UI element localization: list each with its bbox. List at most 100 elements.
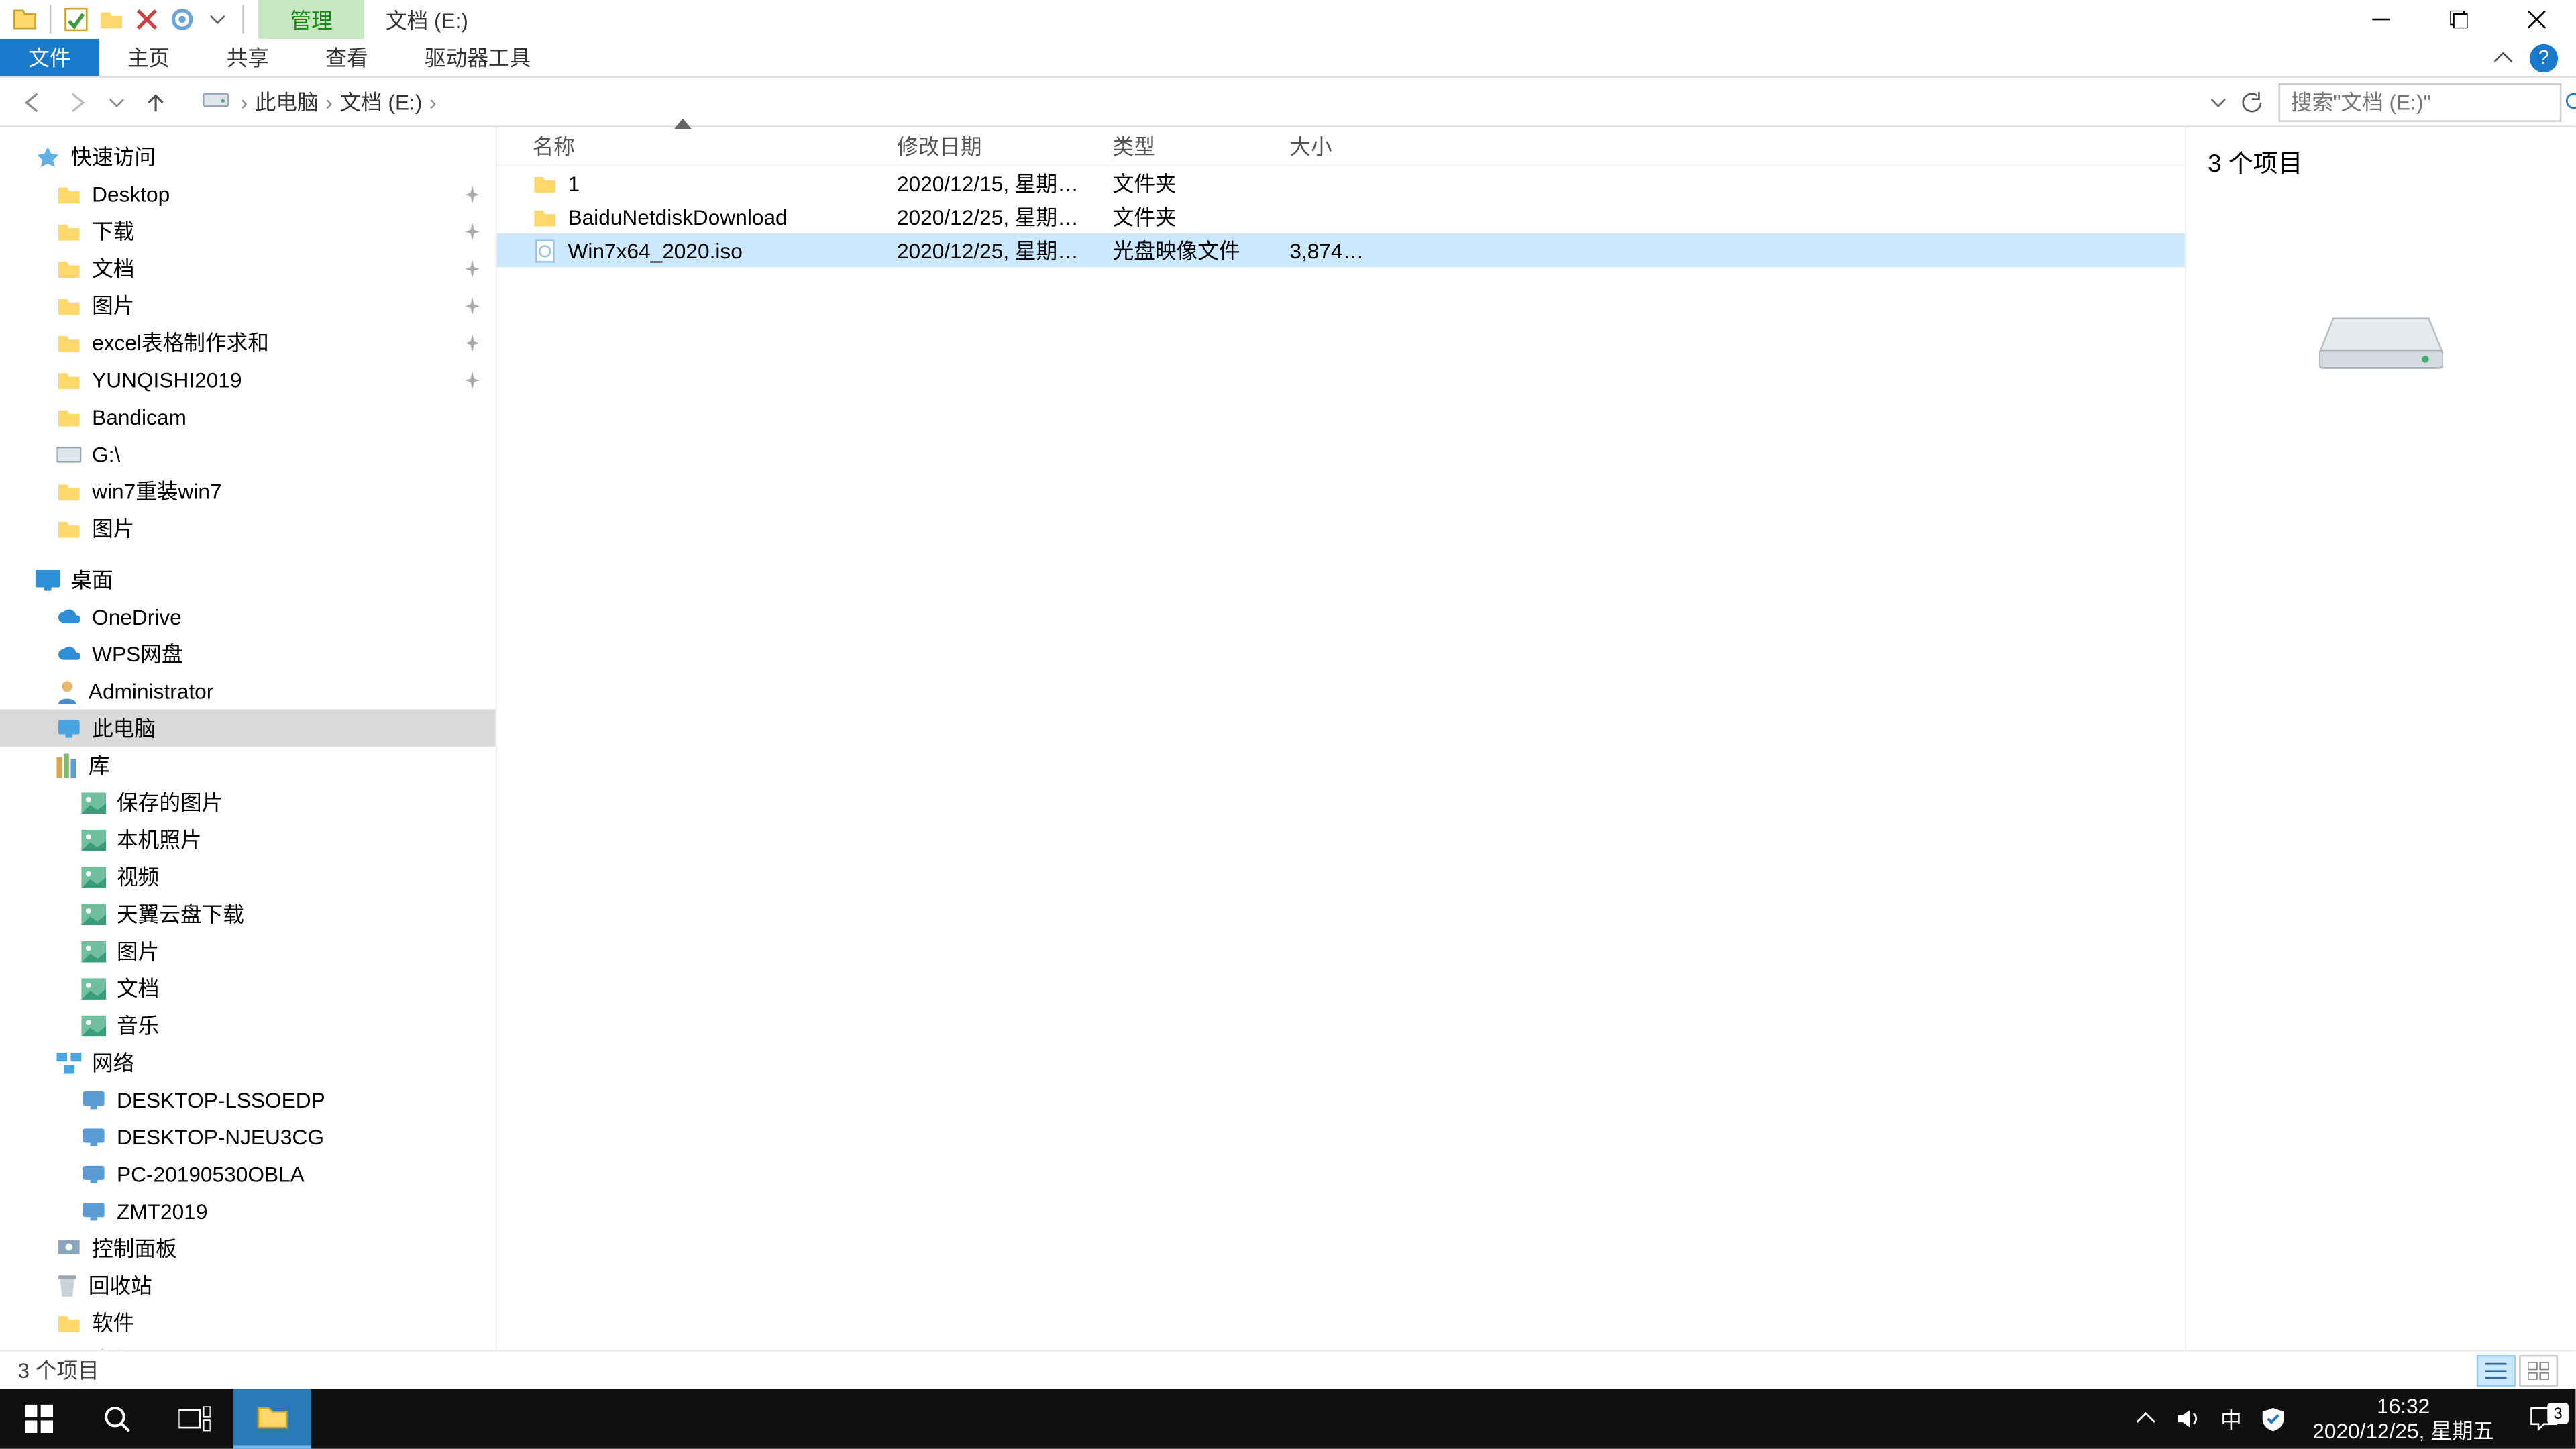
pin-icon: [464, 297, 481, 314]
taskbar-search-button[interactable]: [78, 1389, 156, 1449]
sidebar-item[interactable]: 文档: [0, 250, 495, 286]
sidebar-item[interactable]: 回收站: [0, 1267, 495, 1303]
column-name[interactable]: 名称: [497, 131, 883, 161]
address-bar: › 此电脑 › 文档 (E:) ›: [0, 78, 2575, 127]
sidebar-item[interactable]: 图片: [0, 932, 495, 969]
pin-icon: [464, 333, 481, 351]
sidebar-item[interactable]: G:\: [0, 435, 495, 472]
breadcrumb-pc[interactable]: 此电脑: [251, 83, 322, 120]
file-type-icon: [533, 170, 557, 195]
sidebar-item[interactable]: excel表格制作求和: [0, 324, 495, 361]
notification-badge: 3: [2547, 1403, 2569, 1424]
status-item-count: 3 个项目: [17, 1355, 99, 1385]
nav-forward-button[interactable]: [60, 84, 96, 119]
sidebar-item[interactable]: 控制面板: [0, 1230, 495, 1267]
pin-icon: [464, 370, 481, 388]
ribbon-collapse-icon[interactable]: [2494, 50, 2512, 64]
sidebar-item[interactable]: 音乐: [0, 1006, 495, 1043]
task-view-button[interactable]: [156, 1389, 233, 1449]
breadcrumb[interactable]: › 此电脑 › 文档 (E:) ›: [241, 83, 2201, 120]
nav-recent-icon[interactable]: [106, 84, 127, 119]
pin-icon: [464, 185, 481, 203]
qat-overflow-icon[interactable]: [203, 5, 231, 34]
ribbon-tab-file[interactable]: 文件: [0, 39, 99, 76]
sidebar-item[interactable]: 下载: [0, 212, 495, 249]
contextual-tab-manage[interactable]: 管理: [258, 0, 364, 39]
taskbar-explorer-button[interactable]: [233, 1389, 311, 1449]
column-size[interactable]: 大小: [1275, 131, 1381, 161]
tray-volume-icon[interactable]: [2167, 1389, 2210, 1449]
qat-new-folder-icon[interactable]: [97, 5, 125, 34]
search-box[interactable]: [2278, 83, 2561, 121]
minimize-button[interactable]: [2342, 0, 2420, 39]
title-bar: 管理 文档 (E:): [0, 0, 2575, 39]
file-type-icon: [533, 238, 557, 263]
status-bar: 3 个项目: [0, 1350, 2575, 1389]
tray-clock[interactable]: 16:322020/12/25, 星期五: [2295, 1394, 2512, 1444]
file-row[interactable]: Win7x64_2020.iso2020/12/25, 星期五 1...光盘映像…: [497, 233, 2185, 267]
tray-ime-indicator[interactable]: 中: [2210, 1389, 2252, 1449]
file-row[interactable]: 12020/12/15, 星期二 1...文件夹: [497, 166, 2185, 200]
maximize-button[interactable]: [2420, 0, 2498, 39]
column-type[interactable]: 类型: [1099, 131, 1276, 161]
qat-settings-icon[interactable]: [168, 5, 197, 34]
system-tray[interactable]: 中 16:322020/12/25, 星期五 3: [2125, 1389, 2576, 1449]
start-button[interactable]: [0, 1389, 78, 1449]
sidebar-item[interactable]: DESKTOP-LSSOEDP: [0, 1081, 495, 1118]
sidebar-item[interactable]: 保存的图片: [0, 784, 495, 820]
breadcrumb-dropdown-icon[interactable]: [2211, 95, 2225, 109]
navigation-pane[interactable]: 快速访问 Desktop下载文档图片excel表格制作求和YUNQISHI201…: [0, 127, 495, 1389]
sidebar-desktop[interactable]: 桌面: [0, 561, 495, 598]
search-icon[interactable]: [2565, 91, 2576, 113]
drive-icon: [202, 88, 230, 116]
sidebar-item[interactable]: PC-20190530OBLA: [0, 1155, 495, 1192]
column-date[interactable]: 修改日期: [883, 131, 1099, 161]
nav-back-button[interactable]: [14, 84, 50, 119]
sidebar-item[interactable]: 此电脑: [0, 709, 495, 746]
qat-properties-icon[interactable]: [62, 5, 90, 34]
sidebar-item[interactable]: ZMT2019: [0, 1192, 495, 1229]
ribbon-tab-share[interactable]: 共享: [198, 39, 297, 76]
sidebar-item[interactable]: WPS网盘: [0, 635, 495, 672]
sidebar-item[interactable]: win7重装win7: [0, 472, 495, 509]
sidebar-item[interactable]: OneDrive: [0, 598, 495, 635]
sidebar-item[interactable]: 软件: [0, 1303, 495, 1340]
sidebar-item[interactable]: 图片: [0, 286, 495, 323]
qat-delete-icon[interactable]: [133, 5, 161, 34]
sidebar-item[interactable]: Bandicam: [0, 398, 495, 435]
tray-overflow-icon[interactable]: [2125, 1389, 2167, 1449]
sidebar-item[interactable]: 图片: [0, 509, 495, 546]
column-headers[interactable]: 名称 修改日期 类型 大小: [497, 127, 2185, 166]
ribbon-tab-home[interactable]: 主页: [99, 39, 199, 76]
ribbon-tab-view[interactable]: 查看: [297, 39, 396, 76]
sidebar-item[interactable]: DESKTOP-NJEU3CG: [0, 1118, 495, 1155]
view-icons-button[interactable]: [2519, 1354, 2558, 1386]
close-button[interactable]: [2498, 0, 2575, 39]
breadcrumb-drive[interactable]: 文档 (E:): [336, 83, 426, 120]
sidebar-item[interactable]: 本机照片: [0, 821, 495, 858]
refresh-icon[interactable]: [2239, 89, 2264, 114]
action-center-button[interactable]: 3: [2512, 1406, 2576, 1431]
sidebar-item[interactable]: Administrator: [0, 672, 495, 709]
sidebar-item[interactable]: 视频: [0, 858, 495, 895]
sidebar-item[interactable]: 天翼云盘下载: [0, 895, 495, 932]
taskbar[interactable]: 中 16:322020/12/25, 星期五 3: [0, 1389, 2575, 1449]
tray-security-icon[interactable]: [2253, 1389, 2295, 1449]
sidebar-item[interactable]: YUNQISHI2019: [0, 361, 495, 398]
nav-up-button[interactable]: [138, 84, 174, 119]
sidebar-item[interactable]: 网络: [0, 1044, 495, 1081]
file-type-icon: [533, 205, 557, 229]
sidebar-item[interactable]: Desktop: [0, 175, 495, 212]
drive-thumbnail-icon: [2319, 305, 2443, 354]
file-list[interactable]: 名称 修改日期 类型 大小 12020/12/15, 星期二 1...文件夹Ba…: [495, 127, 2186, 1389]
quick-access-toolbar: [0, 0, 258, 39]
file-row[interactable]: BaiduNetdiskDownload2020/12/25, 星期五 1...…: [497, 200, 2185, 233]
ribbon-tab-drive-tools[interactable]: 驱动器工具: [396, 39, 559, 76]
help-icon[interactable]: ?: [2530, 44, 2558, 72]
sidebar-item[interactable]: 库: [0, 747, 495, 784]
search-input[interactable]: [2291, 89, 2565, 114]
sidebar-item[interactable]: 文档: [0, 969, 495, 1006]
view-details-button[interactable]: [2477, 1354, 2516, 1386]
sidebar-quick-access[interactable]: 快速访问: [0, 138, 495, 175]
sort-ascending-icon: [674, 119, 692, 129]
